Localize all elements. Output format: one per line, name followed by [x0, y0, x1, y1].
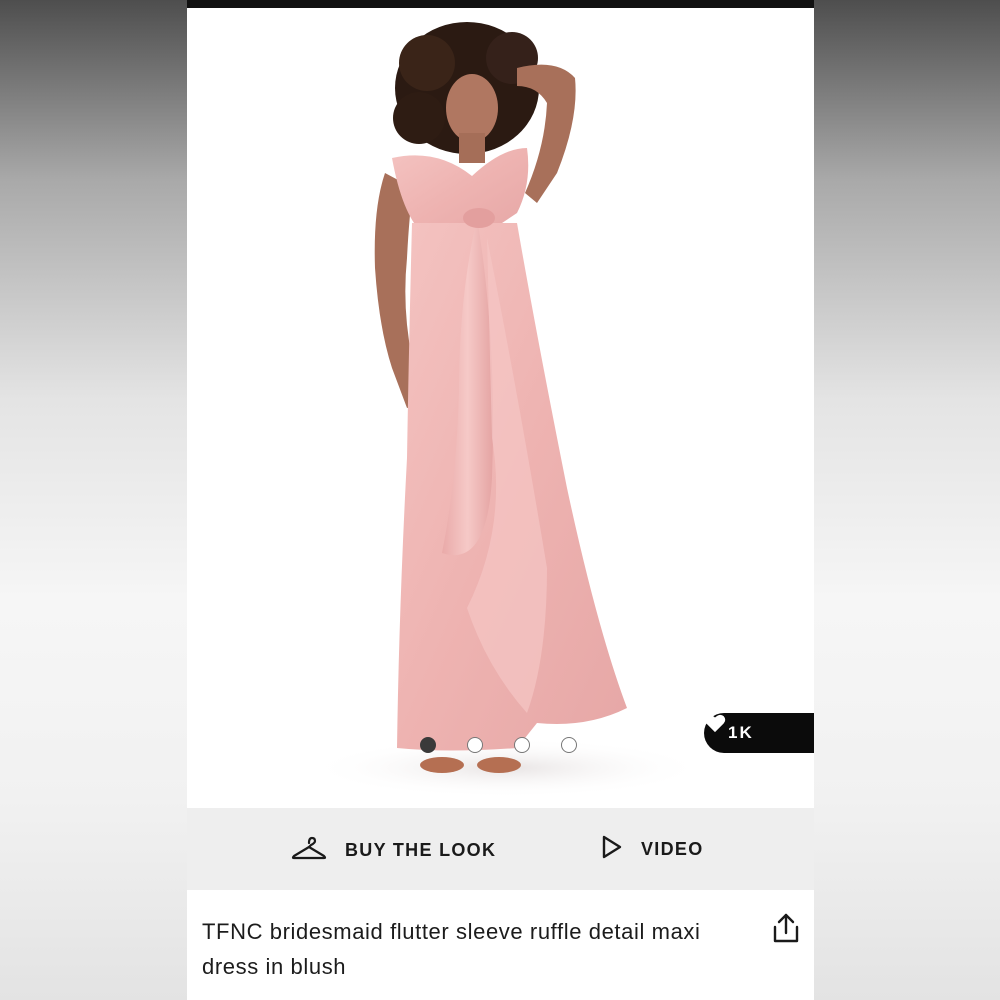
dress-knot	[463, 208, 495, 228]
product-screen: 1K BUY THE LOOK VIDEO TFNC bridesmaid fl…	[187, 0, 814, 1000]
model-illustration	[307, 22, 707, 798]
likes-button[interactable]: 1K	[704, 713, 814, 753]
right-foot	[477, 757, 521, 773]
carousel-dot-1[interactable]	[420, 737, 436, 753]
status-bar	[187, 0, 814, 8]
background-blur-right	[813, 0, 1000, 1000]
likes-count: 1K	[728, 723, 754, 742]
product-image[interactable]: 1K	[187, 8, 814, 808]
buy-the-look-label: BUY THE LOOK	[345, 840, 497, 860]
background-blur-left	[0, 0, 187, 1000]
carousel-dot-4[interactable]	[561, 737, 577, 753]
left-foot	[420, 757, 464, 773]
action-bar: BUY THE LOOK VIDEO	[187, 808, 814, 890]
carousel-dot-3[interactable]	[514, 737, 530, 753]
product-title: TFNC bridesmaid flutter sleeve ruffle de…	[202, 919, 701, 979]
hanger-icon	[291, 835, 327, 866]
play-icon	[601, 835, 623, 864]
carousel-dot-2[interactable]	[467, 737, 483, 753]
face	[446, 74, 498, 142]
product-info: TFNC bridesmaid flutter sleeve ruffle de…	[187, 890, 814, 1000]
share-icon[interactable]	[772, 912, 800, 949]
buy-the-look-button[interactable]: BUY THE LOOK	[291, 835, 496, 866]
carousel-dots	[420, 737, 577, 753]
video-button[interactable]: VIDEO	[601, 835, 704, 864]
video-label: VIDEO	[641, 839, 704, 859]
